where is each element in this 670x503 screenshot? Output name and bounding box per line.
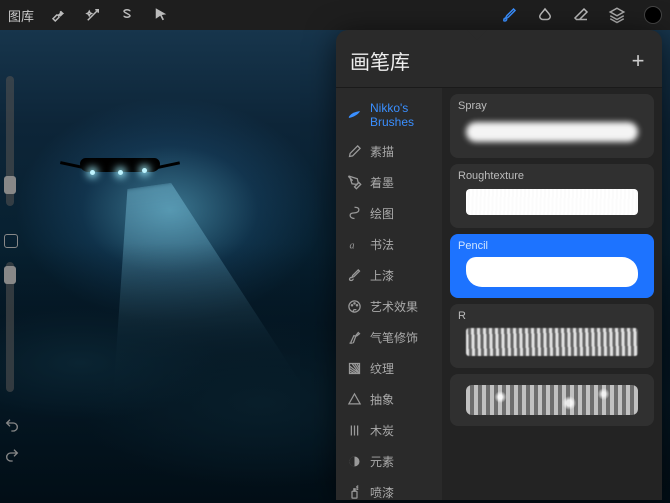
artwork-ship — [60, 150, 180, 180]
brush-category-item[interactable]: 抽象 — [336, 384, 442, 415]
airbrush-icon — [346, 330, 362, 346]
gallery-button[interactable]: 图库 — [8, 6, 34, 25]
brush-category-label: 素描 — [370, 143, 394, 160]
brush-category-label: 艺术效果 — [370, 298, 418, 315]
brush-category-label: 书法 — [370, 236, 394, 253]
draw-icon — [346, 206, 362, 222]
brush-category-label: 绘图 — [370, 205, 394, 222]
brush-preview — [458, 254, 646, 290]
brush-category-item[interactable]: 着墨 — [336, 167, 442, 198]
wrench-icon[interactable] — [50, 6, 68, 24]
brush-category-label: 元素 — [370, 453, 394, 470]
palette-icon — [346, 299, 362, 315]
brush-category-label: 气笔修饰 — [370, 329, 418, 346]
opacity-slider[interactable] — [6, 262, 14, 392]
layers-icon[interactable] — [608, 6, 626, 24]
brush-size-slider[interactable] — [6, 76, 14, 206]
brush-preview — [458, 324, 646, 360]
brush-name-label: Roughtexture — [458, 170, 646, 182]
brush-item[interactable]: R — [450, 304, 654, 368]
brush-icon[interactable] — [500, 6, 518, 24]
eraser-icon[interactable] — [572, 6, 590, 24]
brush-category-item[interactable]: 素描 — [336, 136, 442, 167]
paint-icon — [346, 268, 362, 284]
modify-button[interactable] — [4, 234, 18, 248]
s-tool-icon[interactable] — [118, 6, 136, 24]
brush-category-label: 上漆 — [370, 267, 394, 284]
svg-text:a: a — [349, 240, 354, 251]
brush-category-label: 喷漆 — [370, 484, 394, 500]
brush-category-list[interactable]: Nikko's Brushes 素描着墨绘图 a 书法上漆艺术效果气笔修饰纹理抽象木炭… — [336, 88, 442, 500]
brush-library-title: 画笔库 — [350, 46, 410, 75]
brush-category-item[interactable]: 元素 — [336, 446, 442, 477]
abstract-icon — [346, 392, 362, 408]
wand-icon[interactable] — [84, 6, 102, 24]
brush-category-item[interactable]: Nikko's Brushes — [336, 94, 442, 136]
brush-category-item[interactable]: 纹理 — [336, 353, 442, 384]
brush-item[interactable] — [450, 374, 654, 426]
brush-category-label: 着墨 — [370, 174, 394, 191]
brush-item[interactable]: Roughtexture — [450, 164, 654, 228]
smudge-icon[interactable] — [536, 6, 554, 24]
brush-item[interactable]: Spray — [450, 94, 654, 158]
brush-category-item[interactable]: 艺术效果 — [336, 291, 442, 322]
brush-item[interactable]: Pencil — [450, 234, 654, 298]
brush-list[interactable]: Spray Roughtexture Pencil R — [442, 88, 662, 500]
charcoal-icon — [346, 423, 362, 439]
brush-preview — [458, 184, 646, 220]
spraypaint-icon — [346, 485, 362, 501]
undo-icon[interactable] — [4, 417, 20, 433]
cursor-icon[interactable] — [152, 6, 170, 24]
pencil-icon — [346, 144, 362, 160]
top-toolbar: 图库 — [0, 0, 670, 30]
brush-library-popover: 画笔库 + Nikko's Brushes 素描着墨绘图 a 书法上漆艺术效果气笔修饰… — [336, 30, 662, 500]
add-brush-button[interactable]: + — [628, 51, 648, 71]
brush-category-label: 纹理 — [370, 360, 394, 377]
brush-category-label: Nikko's Brushes — [370, 101, 432, 129]
texture-icon — [346, 361, 362, 377]
brush-category-item[interactable]: a 书法 — [336, 229, 442, 260]
brush-name-label: Pencil — [458, 240, 646, 252]
brush-category-label: 木炭 — [370, 422, 394, 439]
brush-category-label: 抽象 — [370, 391, 394, 408]
brush-category-item[interactable]: 气笔修饰 — [336, 322, 442, 353]
brush-category-item[interactable]: 绘图 — [336, 198, 442, 229]
elements-icon — [346, 454, 362, 470]
inkpen-icon — [346, 175, 362, 191]
brush-category-item[interactable]: 上漆 — [336, 260, 442, 291]
brush-category-item[interactable]: 喷漆 — [336, 477, 442, 500]
brush-preview — [458, 382, 646, 418]
brush-preview — [458, 114, 646, 150]
redo-icon[interactable] — [4, 447, 20, 463]
color-picker-button[interactable] — [644, 6, 662, 24]
brushstroke-icon — [346, 107, 362, 123]
calligraphy-icon: a — [346, 237, 362, 253]
brush-name-label: R — [458, 310, 646, 322]
brush-name-label: Spray — [458, 100, 646, 112]
brush-category-item[interactable]: 木炭 — [336, 415, 442, 446]
